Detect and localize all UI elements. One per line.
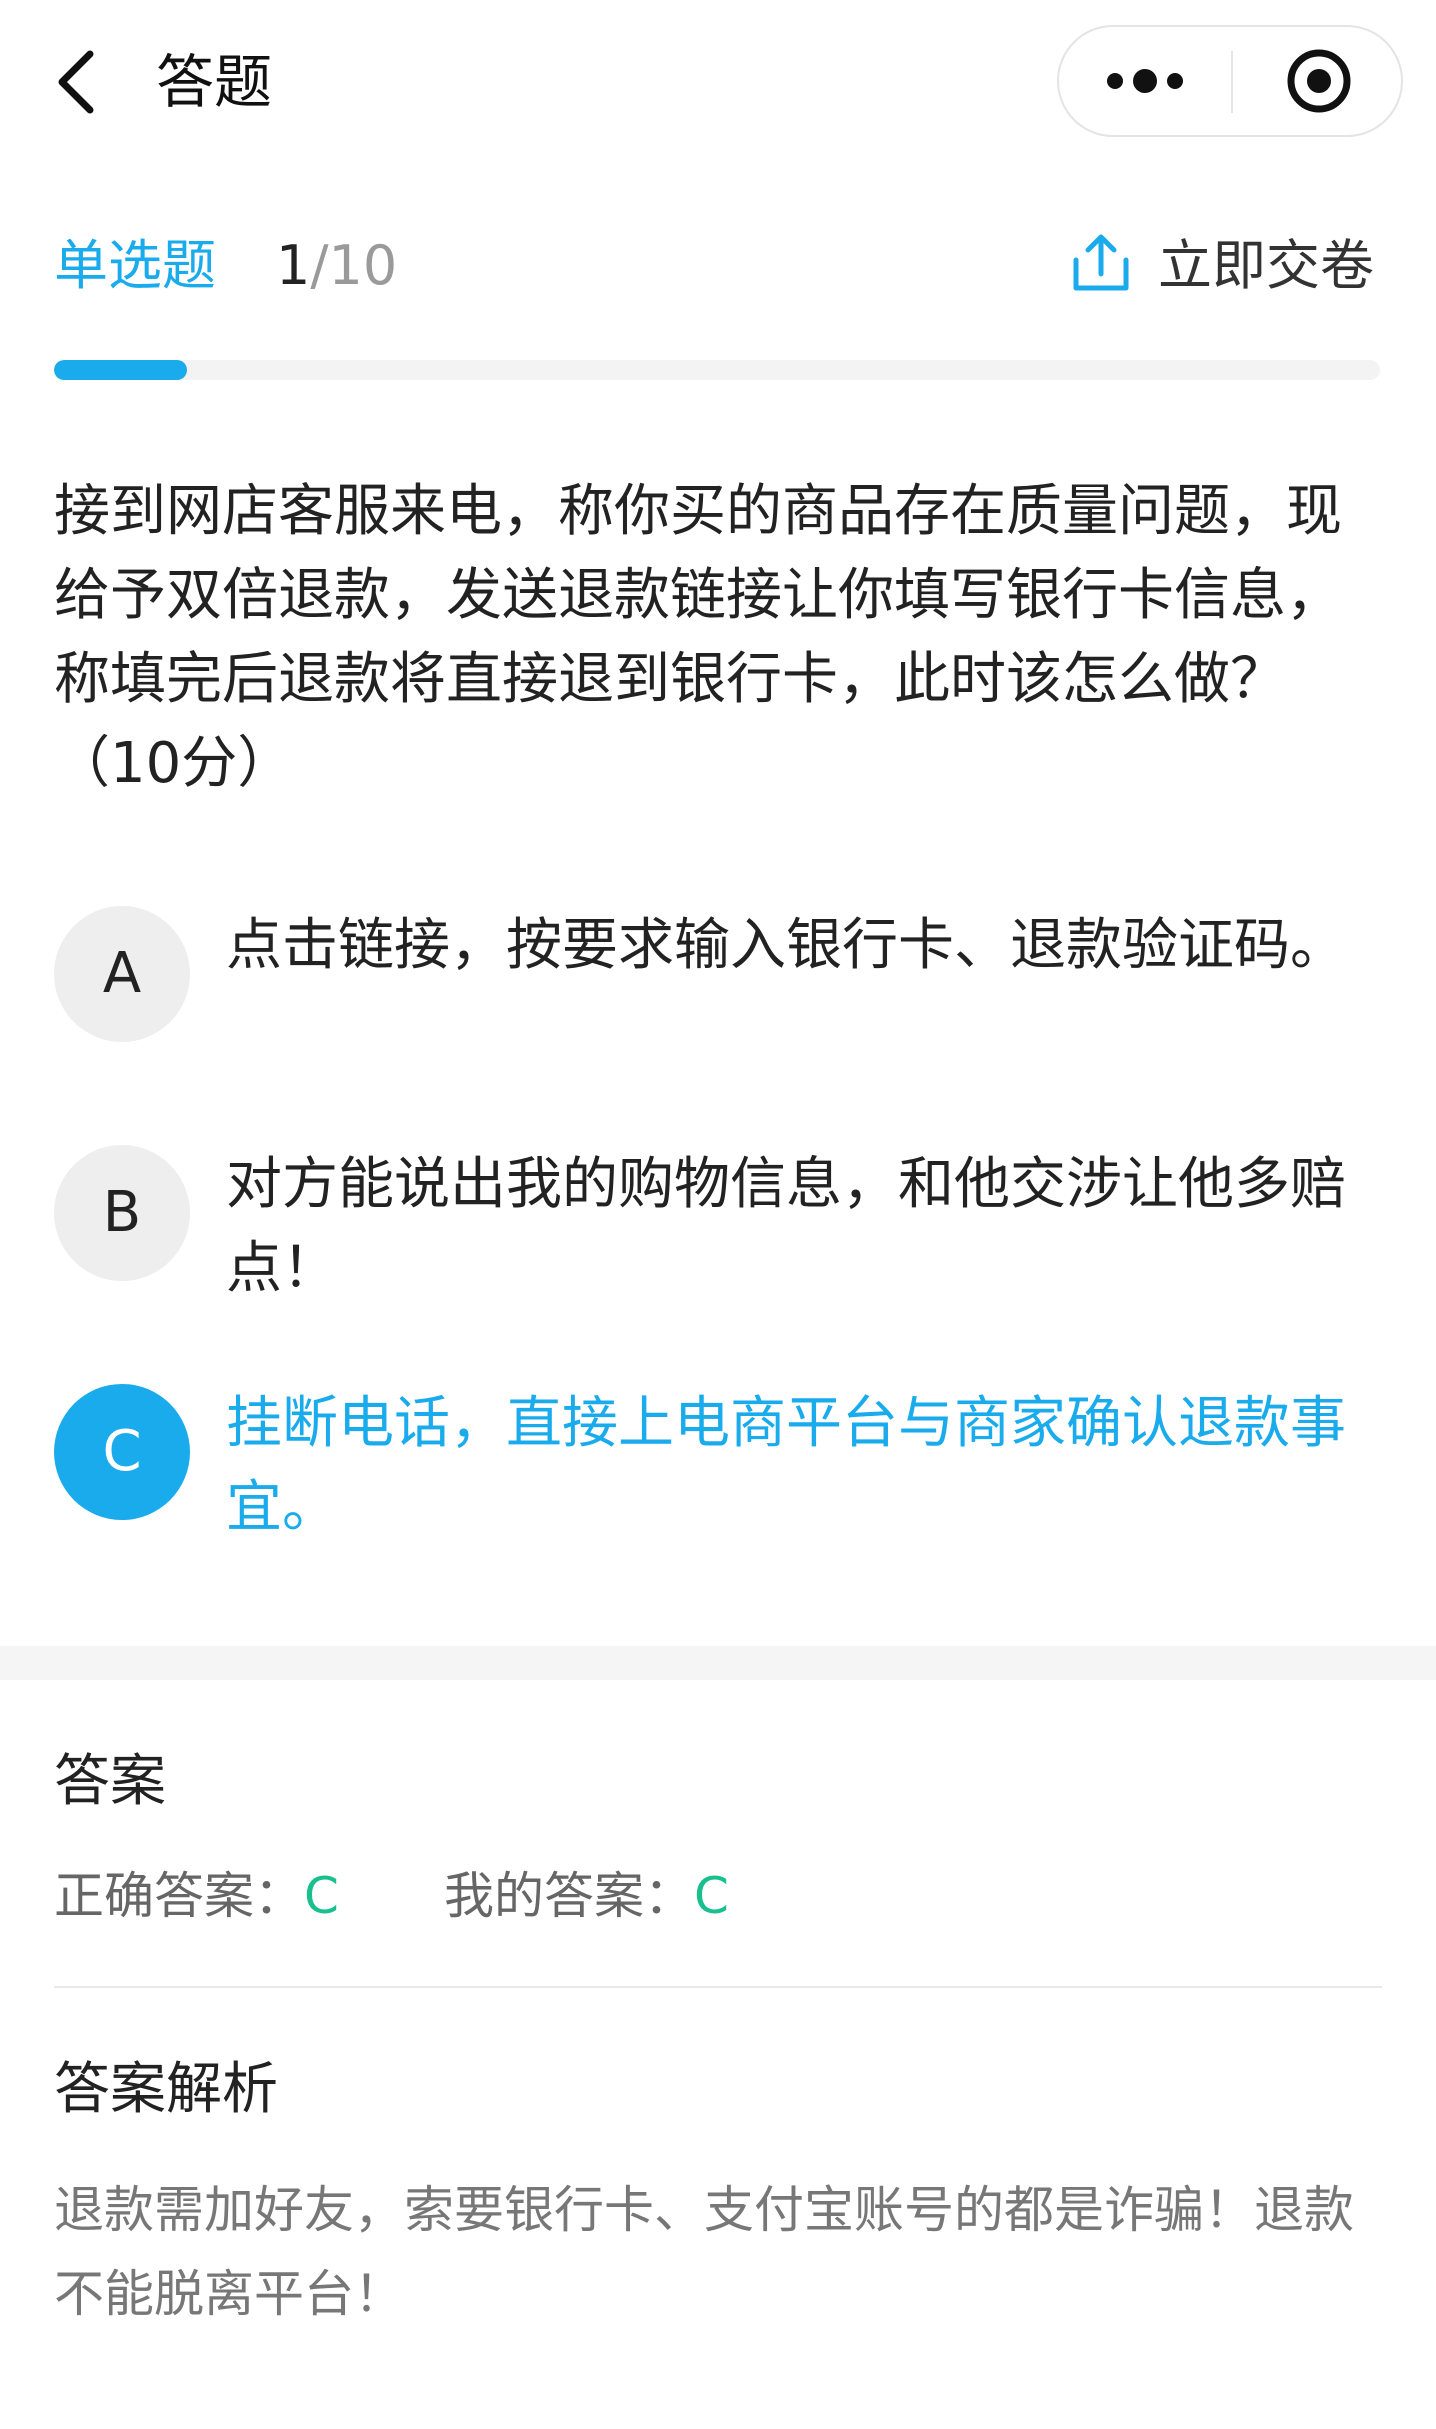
analysis-section-title: 答案解析 — [54, 2057, 278, 2122]
progress-bar-fill — [54, 360, 187, 380]
option-a-badge: A — [54, 906, 190, 1042]
correct-answer-label: 正确答案： — [54, 1867, 304, 1925]
answer-section-title: 答案 — [54, 1749, 166, 1814]
option-c[interactable]: C 挂断电话，直接上电商平台与商家确认退款事宜。 — [54, 1382, 1384, 1552]
question-counter: 1/10 — [276, 228, 397, 304]
option-a[interactable]: A 点击链接，按要求输入银行卡、退款验证码。 — [54, 904, 1384, 1074]
option-a-text: 点击链接，按要求输入银行卡、退款验证码。 — [226, 913, 1346, 978]
option-b-badge: B — [54, 1145, 190, 1281]
upload-icon — [1073, 234, 1129, 291]
option-b-text: 对方能说出我的购物信息，和他交涉让他多赔点！ — [226, 1152, 1346, 1301]
divider — [54, 1986, 1382, 1988]
analysis-text: 退款需加好友，索要银行卡、支付宝账号的都是诈骗！退款不能脱离平台！ — [54, 2181, 1354, 2323]
chevron-left-icon — [58, 50, 94, 114]
section-separator — [0, 1646, 1436, 1680]
correct-answer-value: C — [304, 1867, 339, 1925]
back-button[interactable] — [50, 44, 110, 120]
more-dots-icon — [1107, 69, 1183, 93]
option-b[interactable]: B 对方能说出我的购物信息，和他交涉让他多赔点！ — [54, 1143, 1384, 1313]
question-type-label: 单选题 — [54, 234, 216, 297]
page-title: 答题 — [156, 48, 273, 116]
correct-answer: 正确答案：C — [54, 1858, 339, 1934]
submit-exam-label: 立即交卷 — [1158, 234, 1374, 297]
my-answer-value: C — [694, 1867, 729, 1925]
progress-bar — [54, 360, 1380, 380]
navigation-bar: 答题 — [0, 0, 1436, 160]
option-c-badge: C — [54, 1384, 190, 1520]
my-answer-label: 我的答案： — [444, 1867, 694, 1925]
current-question-number: 1 — [276, 234, 311, 297]
option-c-text: 挂断电话，直接上电商平台与商家确认退款事宜。 — [226, 1391, 1346, 1540]
my-answer: 我的答案：C — [444, 1858, 729, 1934]
mini-program-capsule — [1057, 25, 1403, 137]
target-circle-icon — [1287, 49, 1351, 113]
close-mini-program-button[interactable] — [1233, 27, 1403, 135]
total-questions: /10 — [310, 234, 398, 297]
question-text: 接到网店客服来电，称你买的商品存在质量问题，现给予双倍退款，发送退款链接让你填写… — [54, 479, 1342, 796]
more-button[interactable] — [1059, 27, 1231, 135]
